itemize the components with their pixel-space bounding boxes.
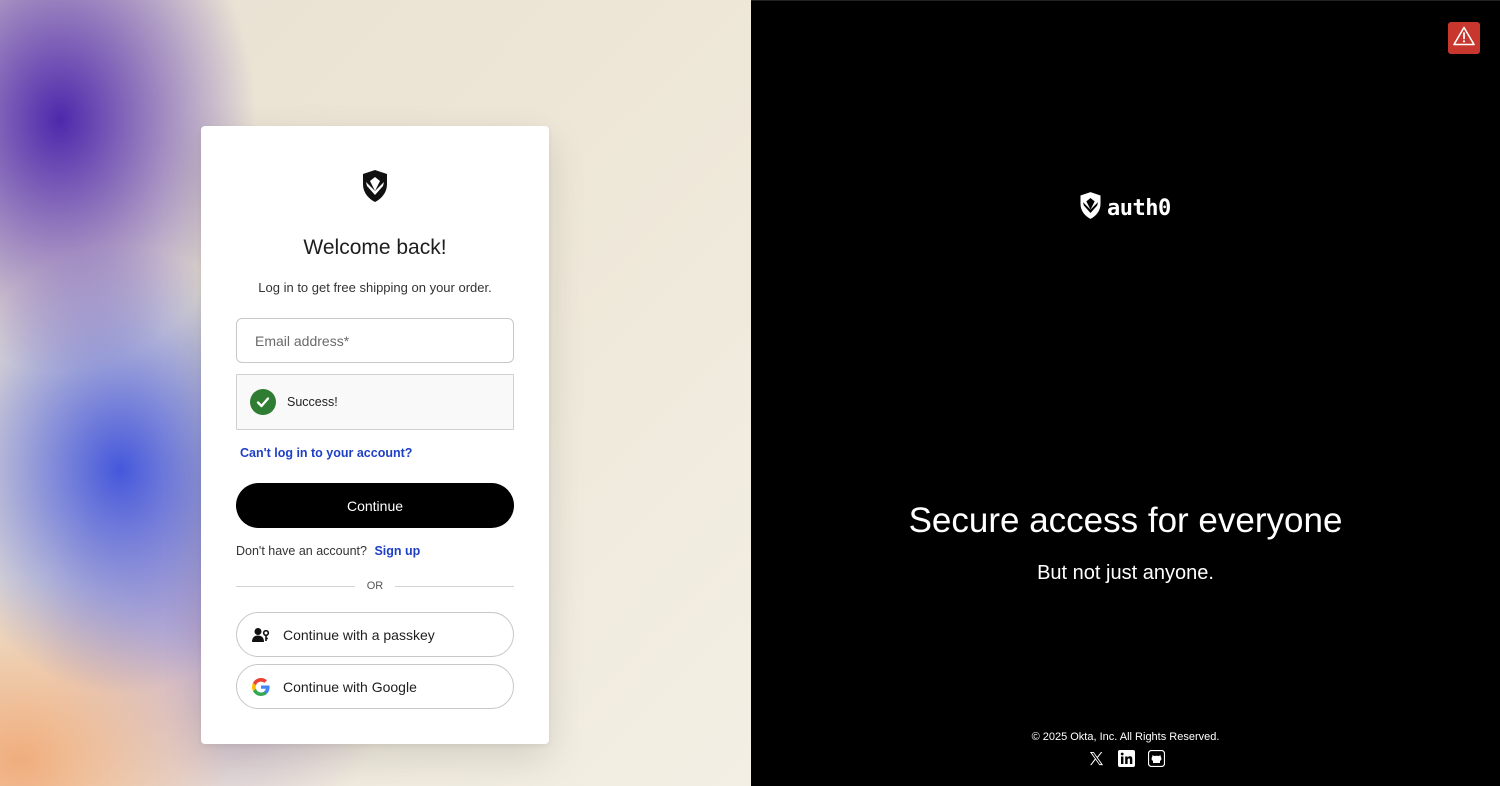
login-subtitle: Log in to get free shipping on your orde… bbox=[258, 280, 492, 295]
google-icon bbox=[252, 677, 270, 696]
github-icon[interactable] bbox=[1147, 749, 1166, 768]
x-icon[interactable] bbox=[1087, 749, 1106, 768]
auth0-logo: auth0 bbox=[1078, 191, 1171, 225]
hero-headline: Secure access for everyone bbox=[908, 501, 1343, 540]
promo-panel: auth0 Secure access for everyone But not… bbox=[751, 0, 1500, 786]
shield-logo-icon bbox=[350, 160, 400, 212]
divider-line bbox=[236, 585, 355, 587]
auth0-shield-icon bbox=[1078, 191, 1103, 225]
warning-icon bbox=[1453, 26, 1475, 51]
login-title: Welcome back! bbox=[303, 236, 447, 259]
linkedin-icon[interactable] bbox=[1117, 749, 1136, 768]
captcha-status: Success! bbox=[287, 395, 338, 409]
warning-button[interactable] bbox=[1448, 22, 1480, 54]
copyright-text: © 2025 Okta, Inc. All Rights Reserved. bbox=[1031, 731, 1220, 743]
cant-login-link[interactable]: Can't log in to your account? bbox=[240, 446, 412, 460]
brand-name: auth0 bbox=[1107, 195, 1171, 221]
continue-button[interactable]: Continue bbox=[236, 483, 514, 528]
signup-prompt: Don't have an account? bbox=[236, 544, 367, 558]
captcha-widget[interactable]: Success! bbox=[236, 374, 514, 430]
signup-link[interactable]: Sign up bbox=[374, 544, 420, 558]
divider-line bbox=[395, 585, 514, 587]
passkey-button[interactable]: Continue with a passkey bbox=[236, 612, 514, 657]
check-circle-icon bbox=[250, 389, 276, 415]
social-links bbox=[1087, 749, 1166, 768]
login-panel: Welcome back! Log in to get free shippin… bbox=[0, 0, 751, 786]
email-field[interactable] bbox=[236, 318, 514, 363]
page: Welcome back! Log in to get free shippin… bbox=[0, 0, 1500, 786]
passkey-label: Continue with a passkey bbox=[283, 626, 435, 643]
divider-text: OR bbox=[366, 580, 384, 592]
hero-subheadline: But not just anyone. bbox=[1037, 562, 1214, 584]
passkey-user-icon bbox=[252, 626, 270, 644]
or-divider: OR bbox=[236, 578, 514, 594]
google-label: Continue with Google bbox=[283, 678, 417, 695]
signup-row: Don't have an account? Sign up bbox=[236, 544, 420, 558]
google-button[interactable]: Continue with Google bbox=[236, 664, 514, 709]
